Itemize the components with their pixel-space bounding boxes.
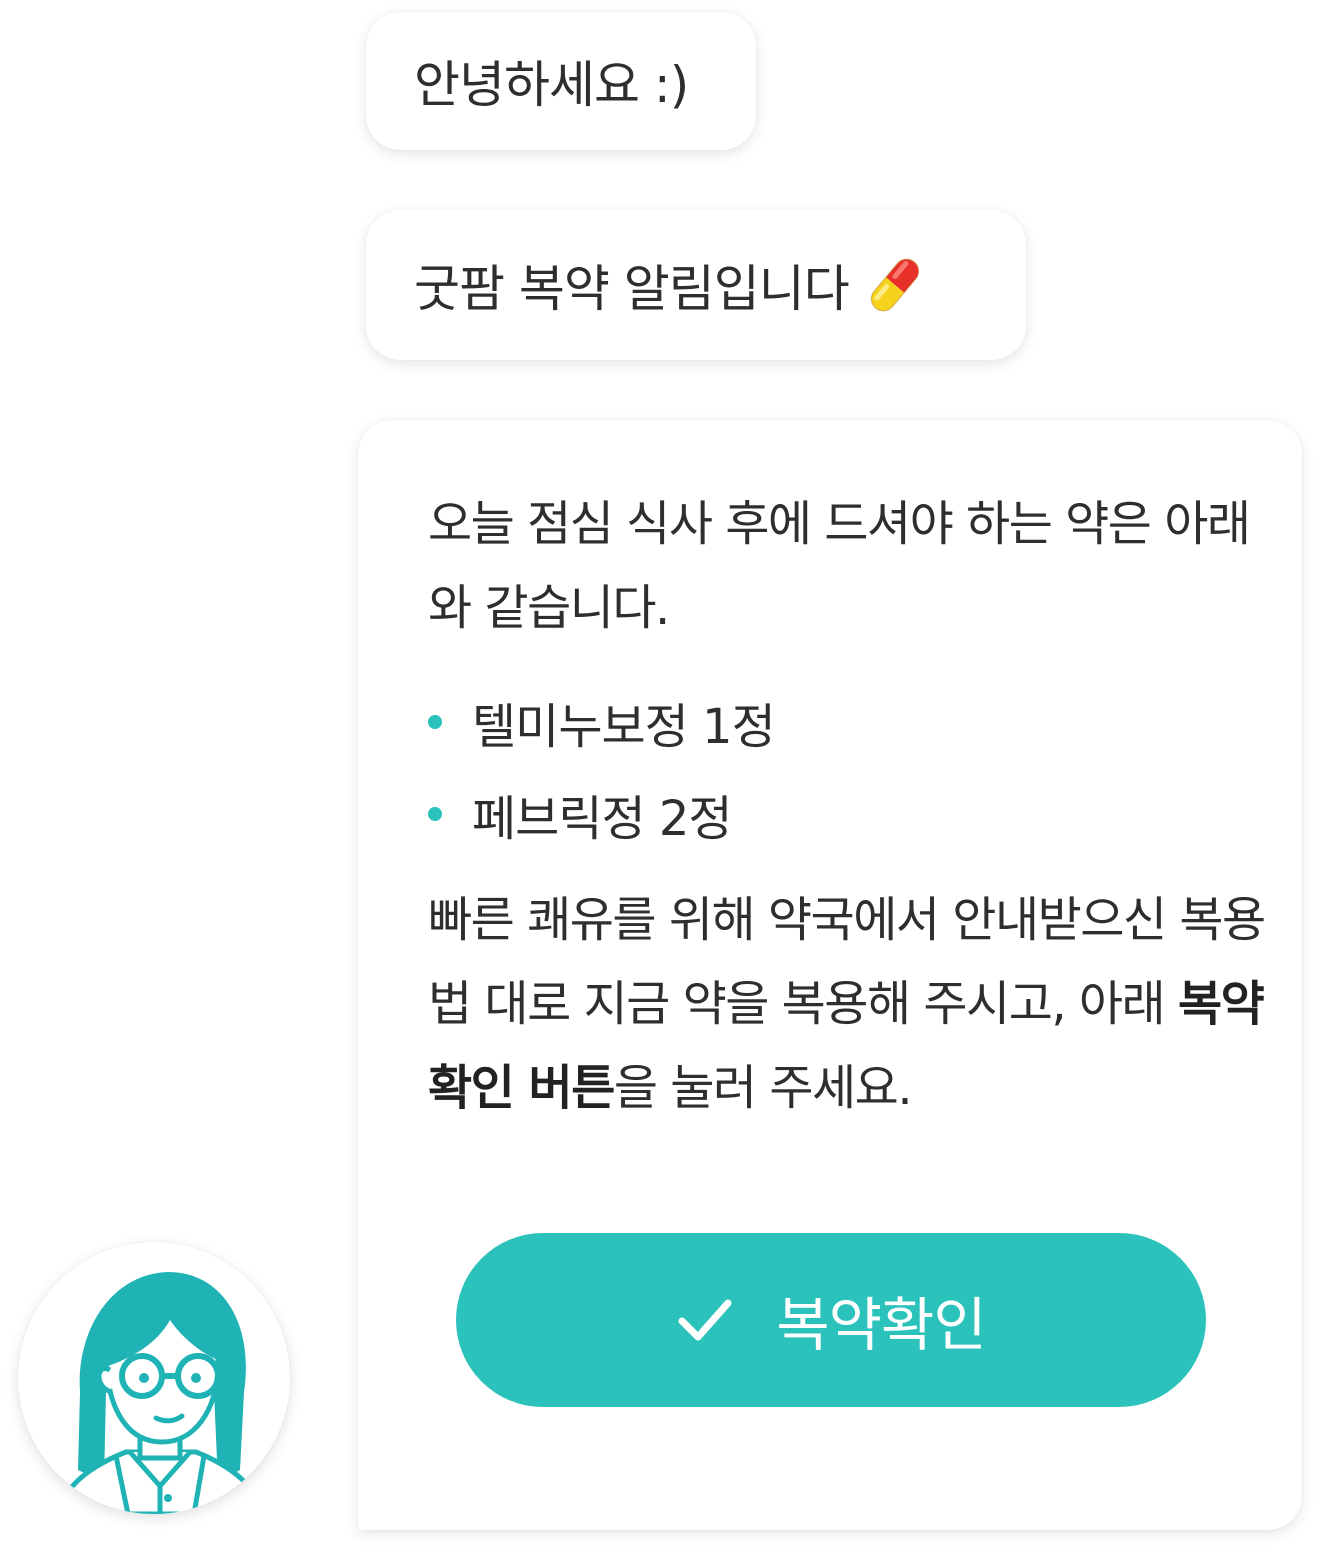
avatar xyxy=(18,1242,290,1514)
confirm-button-label: 복약확인 xyxy=(776,1291,986,1359)
intro-text: 오늘 점심 식사 후에 드셔야 하는 약은 아래와 같습니다. xyxy=(428,496,1251,636)
bullet-icon xyxy=(428,715,442,729)
medication-item: 텔미누보정 1정 xyxy=(428,676,776,768)
notice-bubble: 굿팜 복약 알림입니다 xyxy=(366,210,1026,360)
greeting-text: 안녕하세요 :) xyxy=(414,56,689,114)
medication-message-bubble: 오늘 점심 식사 후에 드셔야 하는 약은 아래와 같습니다. 텔미누보정 1정… xyxy=(358,420,1302,1530)
bullet-icon xyxy=(428,807,442,821)
medication-list: 텔미누보정 1정 페브릭정 2정 xyxy=(428,676,776,860)
outro-text-part2: 을 눌러 주세요. xyxy=(613,1060,913,1116)
confirm-medication-button[interactable]: 복약확인 xyxy=(456,1233,1206,1407)
pharmacist-avatar-icon xyxy=(55,1272,267,1514)
bubble-tail xyxy=(296,1440,358,1530)
medication-label: 텔미누보정 1정 xyxy=(472,699,776,755)
medication-item: 페브릭정 2정 xyxy=(428,768,775,860)
check-icon xyxy=(678,1299,732,1341)
notice-text: 굿팜 복약 알림입니다 xyxy=(414,260,850,318)
greeting-bubble: 안녕하세요 :) xyxy=(366,12,756,150)
pill-capsule-icon xyxy=(866,254,924,316)
outro-text-part1: 빠른 쾌유를 위해 약국에서 안내받으신 복용법 대로 지금 약을 복용해 주시… xyxy=(428,892,1266,1032)
medication-label: 페브릭정 2정 xyxy=(472,791,733,847)
outro-text: 빠른 쾌유를 위해 약국에서 안내받으신 복용법 대로 지금 약을 복용해 주시… xyxy=(428,878,1278,1130)
